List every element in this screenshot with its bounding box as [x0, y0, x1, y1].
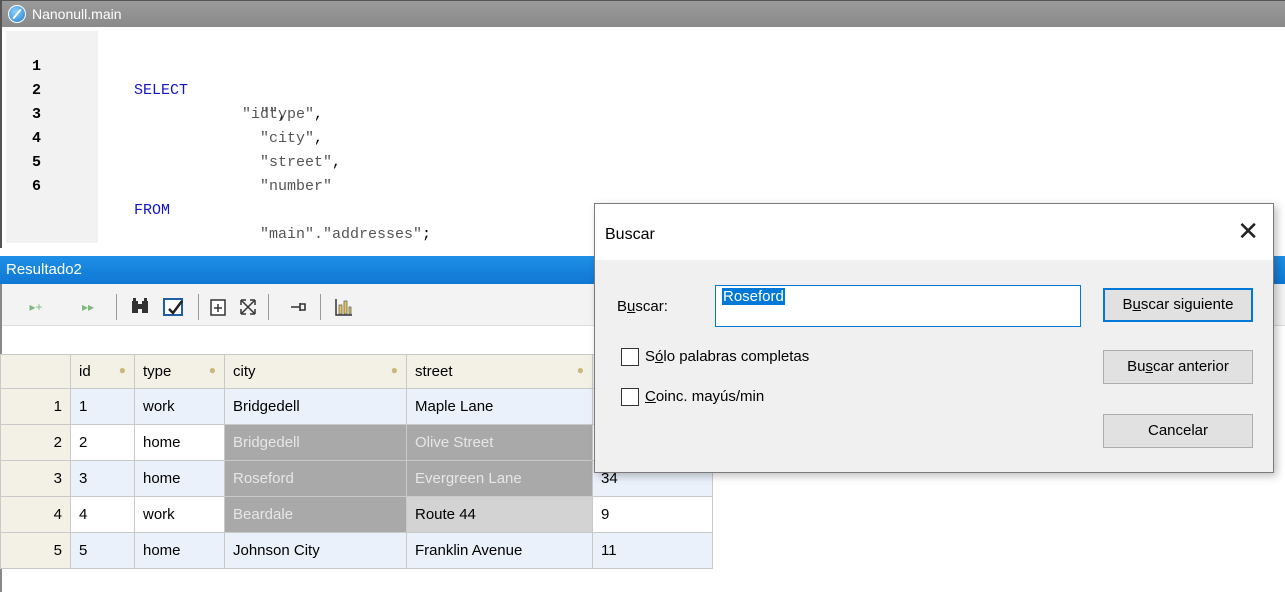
column-header-street[interactable]: street ●	[406, 354, 593, 389]
sql-identifier: "number"	[260, 178, 333, 195]
find-icon[interactable]	[128, 296, 152, 318]
cell-street[interactable]: Olive Street	[406, 424, 593, 461]
clear-filter-icon[interactable]	[162, 296, 186, 318]
cancel-button[interactable]: Cancelar	[1103, 414, 1253, 448]
cell-street[interactable]: Maple Lane	[406, 388, 593, 425]
cell-number[interactable]: 11	[592, 532, 713, 569]
find-dialog: Buscar ✕ Buscar: Roseford Sólo palabras …	[594, 203, 1274, 473]
fast-forward-icon[interactable]: ▸▸	[76, 296, 100, 318]
cell-id[interactable]: 4	[70, 496, 135, 533]
cell-number[interactable]: 9	[592, 496, 713, 533]
code-line[interactable]: 4 "street",	[6, 103, 1276, 171]
row-number[interactable]: 3	[0, 460, 71, 497]
sql-identifier: "main"."addresses"	[260, 226, 423, 243]
cell-type[interactable]: work	[134, 496, 225, 533]
cell-type[interactable]: home	[134, 424, 225, 461]
code-line[interactable]: 2 "type",	[6, 55, 1276, 123]
match-case-checkbox[interactable]	[621, 388, 639, 406]
cell-city[interactable]: Bridgedell	[224, 388, 407, 425]
row-header-corner	[0, 354, 71, 389]
database-compass-icon	[8, 5, 26, 23]
cell-city[interactable]: Beardale	[224, 496, 407, 533]
search-input[interactable]: Roseford	[715, 285, 1081, 327]
search-label: Buscar:	[617, 298, 668, 315]
editor-titlebar: Nanonull.main	[2, 1, 1285, 27]
code-line[interactable]: 6 FROM "main"."addresses";	[6, 151, 1276, 243]
editor-title: Nanonull.main	[32, 6, 122, 22]
expand-icon[interactable]	[236, 296, 260, 318]
code-line[interactable]: 3 "city",	[6, 79, 1276, 147]
cell-id[interactable]: 5	[70, 532, 135, 569]
row-number[interactable]: 2	[0, 424, 71, 461]
dialog-title: Buscar	[605, 226, 655, 243]
table-row[interactable]: 4 4 work Beardale Route 44 9	[0, 496, 713, 533]
cell-id[interactable]: 1	[70, 388, 135, 425]
cell-city[interactable]: Bridgedell	[224, 424, 407, 461]
column-header-type[interactable]: type ●	[134, 354, 225, 389]
column-header-city[interactable]: city ●	[224, 354, 407, 389]
whole-words-label[interactable]: Sólo palabras completas	[645, 348, 809, 365]
sql-keyword: FROM	[134, 202, 171, 219]
cell-street[interactable]: Evergreen Lane	[406, 460, 593, 497]
match-case-label[interactable]: Coinc. mayús/min	[645, 388, 764, 405]
whole-words-checkbox[interactable]	[621, 348, 639, 366]
cell-street[interactable]: Route 44	[406, 496, 593, 533]
row-number[interactable]: 1	[0, 388, 71, 425]
cell-id[interactable]: 2	[70, 424, 135, 461]
search-input-value: Roseford	[722, 288, 785, 305]
cell-id[interactable]: 3	[70, 460, 135, 497]
dialog-titlebar[interactable]: Buscar ✕	[595, 204, 1273, 260]
result-tab-label: Resultado2	[6, 261, 82, 278]
code-line[interactable]: 1 SELECT "id",	[6, 31, 1276, 123]
cell-type[interactable]: home	[134, 532, 225, 569]
sql-punctuation: ;	[422, 226, 432, 243]
cell-street[interactable]: Franklin Avenue	[406, 532, 593, 569]
cell-type[interactable]: home	[134, 460, 225, 497]
cell-city[interactable]: Johnson City	[224, 532, 407, 569]
table-row[interactable]: 5 5 home Johnson City Franklin Avenue 11	[0, 532, 713, 569]
close-icon[interactable]: ✕	[1237, 218, 1259, 244]
find-next-button[interactable]: Buscar siguiente	[1103, 288, 1253, 322]
insert-row-icon[interactable]: ▸+	[24, 296, 48, 318]
column-header-id[interactable]: id ●	[70, 354, 135, 389]
line-number: 6	[32, 178, 42, 195]
pin-icon[interactable]	[286, 296, 310, 318]
code-line[interactable]: 5 "number"	[6, 127, 1276, 195]
find-previous-button[interactable]: Buscar anterior	[1103, 350, 1253, 384]
chart-icon[interactable]	[332, 296, 356, 318]
cell-type[interactable]: work	[134, 388, 225, 425]
row-number[interactable]: 4	[0, 496, 71, 533]
copy-icon[interactable]	[206, 296, 230, 318]
cell-city[interactable]: Roseford	[224, 460, 407, 497]
row-number[interactable]: 5	[0, 532, 71, 569]
